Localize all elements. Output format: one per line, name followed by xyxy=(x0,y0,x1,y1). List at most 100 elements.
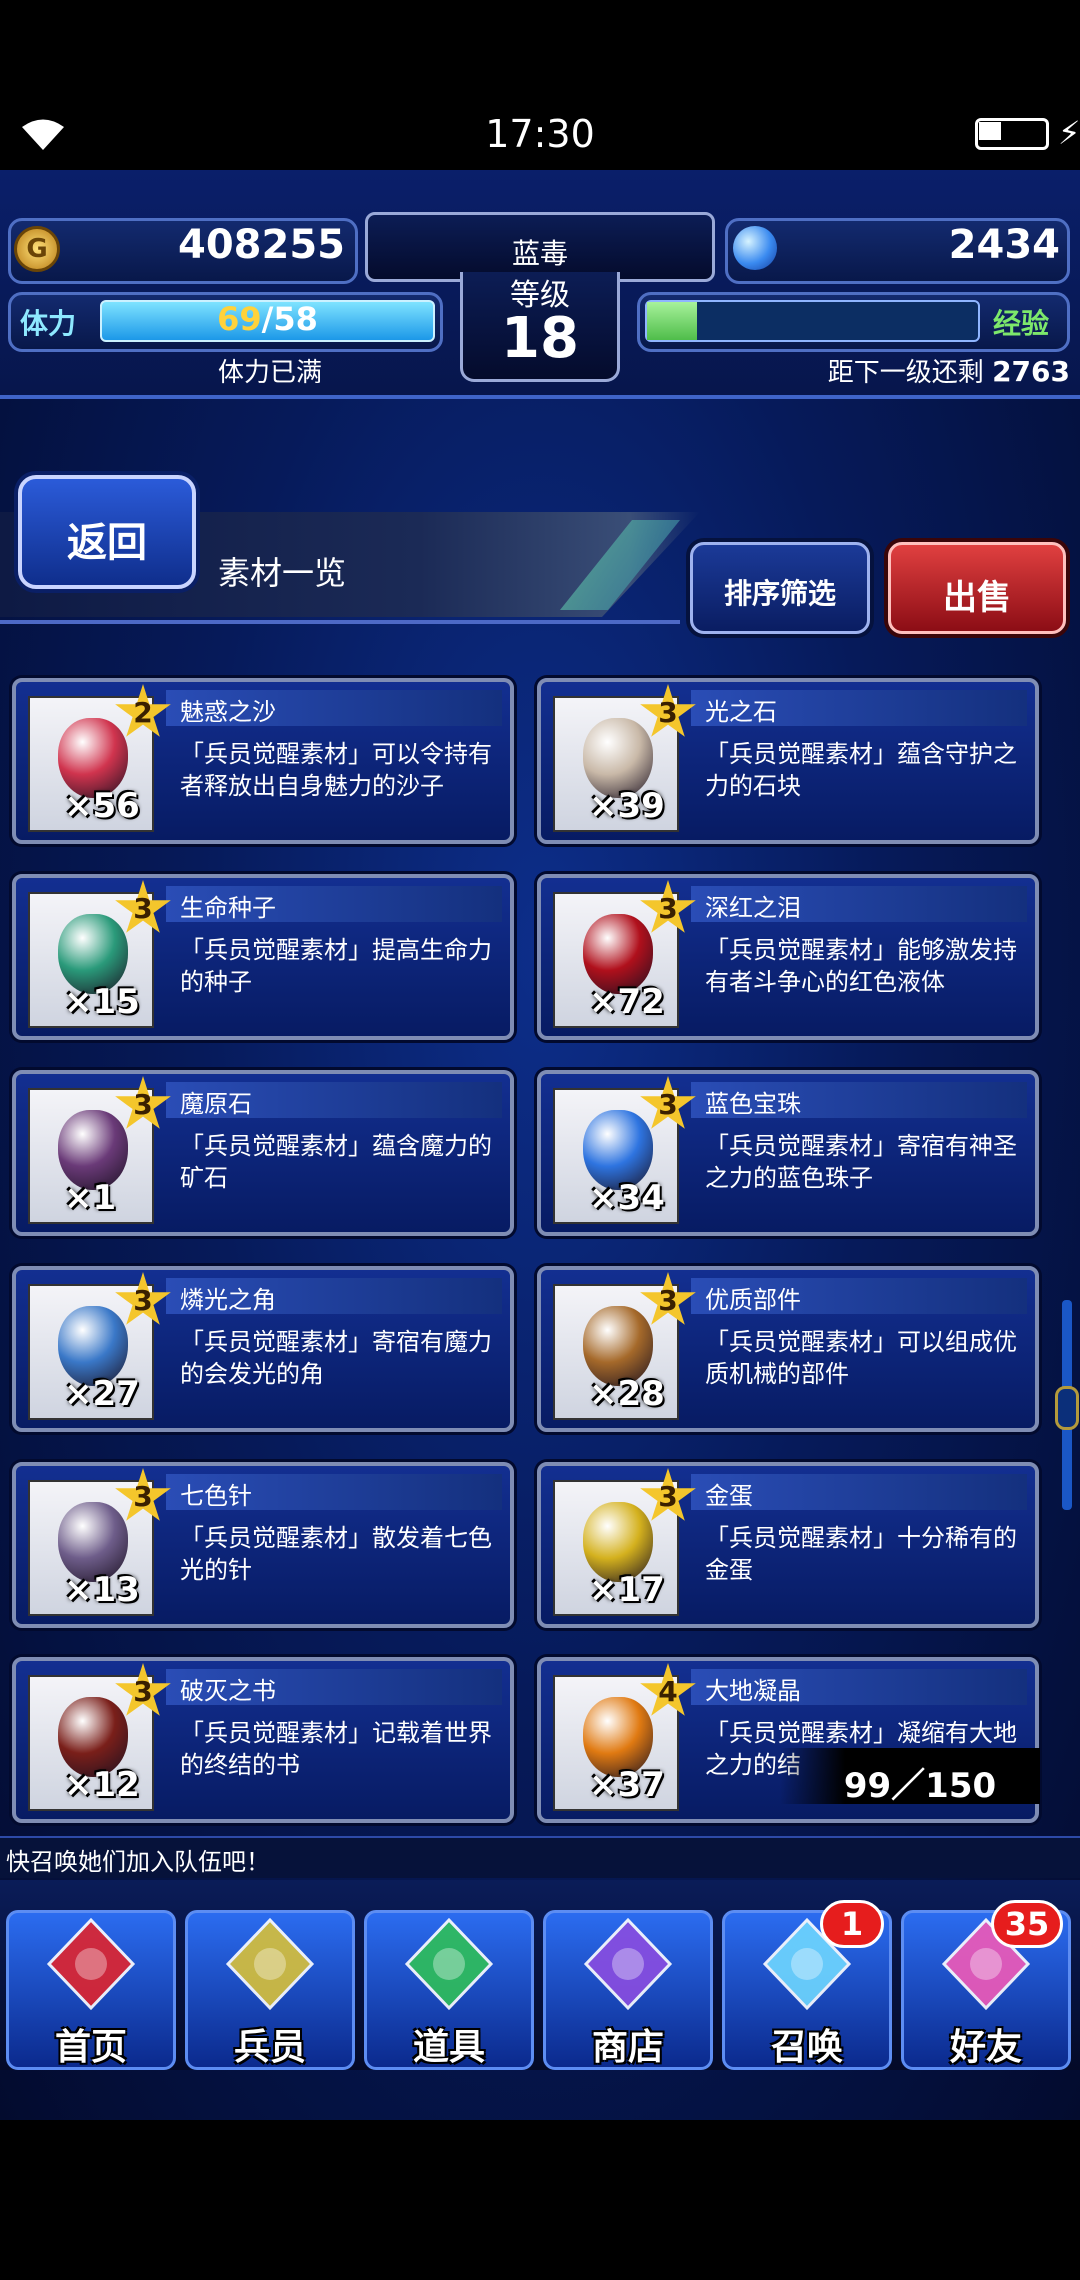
title-divider xyxy=(0,620,680,624)
material-quantity: ×28 xyxy=(589,1374,665,1414)
material-quantity: ×15 xyxy=(64,982,140,1022)
material-quantity: ×72 xyxy=(589,982,665,1022)
scrollbar-thumb[interactable] xyxy=(1055,1386,1079,1430)
material-description: 「兵员觉醒素材」能够激发持 有者斗争心的红色液体 xyxy=(705,934,1025,998)
nav-label[interactable]: 好友 xyxy=(901,2018,1071,2070)
notification-badge: 1 xyxy=(820,1900,884,1948)
material-rarity: 3 xyxy=(658,1480,678,1513)
item-count: 99／150 xyxy=(843,1766,997,1806)
notification-badge: 35 xyxy=(991,1900,1063,1948)
material-description: 「兵员觉醒素材」可以组成优 质机械的部件 xyxy=(705,1326,1025,1390)
material-description: 「兵员觉醒素材」寄宿有魔力 的会发光的角 xyxy=(180,1326,500,1390)
material-description: 「兵员觉醒素材」记载着世界 的终结的书 xyxy=(180,1717,500,1781)
sell-button-label[interactable]: 出售 xyxy=(888,570,1066,619)
material-description-line: 有者斗争心的红色液体 xyxy=(705,968,945,996)
nav-label[interactable]: 首页 xyxy=(6,2018,176,2070)
material-quantity: ×13 xyxy=(64,1570,140,1610)
news-ticker-text: 快召唤她们加入队伍吧！ xyxy=(6,1848,270,1876)
material-description-line: 「兵员觉醒素材」散发着七色 xyxy=(180,1524,492,1552)
material-description-line: 「兵员觉醒素材」蕴含守护之 xyxy=(705,740,1017,768)
material-description: 「兵员觉醒素材」提高生命力 的种子 xyxy=(180,934,500,998)
nav-label[interactable]: 召唤 xyxy=(722,2018,892,2070)
material-name: 蓝色宝珠 xyxy=(705,1090,801,1118)
material-description: 「兵员觉醒素材」十分稀有的 金蛋 xyxy=(705,1522,1025,1586)
material-name: 魅惑之沙 xyxy=(180,698,276,726)
material-description-line: 「兵员觉醒素材」十分稀有的 xyxy=(705,1524,1017,1552)
material-description-line: 质机械的部件 xyxy=(705,1360,849,1388)
material-card[interactable]: ×56 2 魅惑之沙「兵员觉醒素材」可以令持有 者释放出自身魅力的沙子 xyxy=(12,678,514,844)
material-description-line: 「兵员觉醒素材」凝缩有大地 xyxy=(705,1719,1017,1747)
exp-label: 经验 xyxy=(993,307,1050,340)
status-time: 17:30 xyxy=(485,112,595,156)
material-name: 七色针 xyxy=(180,1482,252,1510)
material-card[interactable]: ×27 3 燐光之角「兵员觉醒素材」寄宿有魔力 的会发光的角 xyxy=(12,1266,514,1432)
material-description-line: 「兵员觉醒素材」蕴含魔力的 xyxy=(180,1132,492,1160)
material-description-line: 「兵员觉醒素材」可以组成优 xyxy=(705,1328,1017,1356)
nav-label[interactable]: 兵员 xyxy=(185,2018,355,2070)
material-rarity: 3 xyxy=(133,1088,153,1121)
material-quantity: ×37 xyxy=(589,1765,665,1805)
material-card[interactable]: ×34 3 蓝色宝珠「兵员觉醒素材」寄宿有神圣 之力的蓝色珠子 xyxy=(537,1070,1039,1236)
sword-icon xyxy=(41,1916,141,2012)
charging-icon: ⚡ xyxy=(1058,114,1080,152)
material-card[interactable]: ×72 3 深红之泪 「兵员觉醒素材」能够激发持 有者斗争心的红色液体 xyxy=(537,874,1039,1040)
sort-filter-label[interactable]: 排序筛选 xyxy=(690,572,870,612)
nav-label[interactable]: 道具 xyxy=(364,2018,534,2070)
material-description-line: 力的石块 xyxy=(705,772,801,800)
material-card[interactable]: ×39 3 光之石 「兵员觉醒素材」蕴含守护之 力的石块 xyxy=(537,678,1039,844)
material-rarity: 4 xyxy=(658,1675,678,1708)
hero-icon xyxy=(220,1916,320,2012)
exp-bar-fill xyxy=(647,302,697,340)
material-rarity: 3 xyxy=(658,892,678,925)
material-description-line: 矿石 xyxy=(180,1164,228,1192)
material-name: 燐光之角 xyxy=(180,1286,276,1314)
material-name: 魔原石 xyxy=(180,1090,252,1118)
material-rarity: 3 xyxy=(133,1284,153,1317)
gil-coin-icon: G xyxy=(14,226,60,272)
material-card[interactable]: ×1 3 魔原石「兵员觉醒素材」蕴含魔力的 矿石 xyxy=(12,1070,514,1236)
material-rarity: 3 xyxy=(658,1088,678,1121)
material-description-line: 的种子 xyxy=(180,968,252,996)
material-description: 「兵员觉醒素材」蕴含魔力的 矿石 xyxy=(180,1130,500,1194)
stamina-status: 体力已满 xyxy=(217,358,322,388)
shop-icon xyxy=(578,1916,678,2012)
material-name: 生命种子 xyxy=(180,894,276,922)
material-quantity: ×1 xyxy=(64,1178,117,1218)
nav-label[interactable]: 商店 xyxy=(543,2018,713,2070)
material-quantity: ×34 xyxy=(589,1178,665,1218)
material-description-line: 「兵员觉醒素材」可以令持有 xyxy=(180,740,492,768)
material-description-line: 「兵员觉醒素材」寄宿有魔力 xyxy=(180,1328,492,1356)
material-description-line: 的会发光的角 xyxy=(180,1360,324,1388)
bottom-bar xyxy=(0,2120,1080,2280)
material-quantity: ×56 xyxy=(64,786,140,826)
potion-icon xyxy=(399,1916,499,2012)
material-description-line: 金蛋 xyxy=(705,1556,753,1584)
material-rarity: 2 xyxy=(133,696,153,729)
material-card[interactable]: ×28 3 优质部件 「兵员觉醒素材」可以组成优 质机械的部件 xyxy=(537,1266,1039,1432)
player-name: 蓝毒 xyxy=(511,237,568,270)
material-card[interactable]: ×15 3 生命种子 「兵员觉醒素材」提高生命力 的种子 xyxy=(12,874,514,1040)
material-quantity: ×12 xyxy=(64,1765,140,1805)
material-description-line: 者释放出自身魅力的沙子 xyxy=(180,772,444,800)
material-description-line: 的终结的书 xyxy=(180,1751,300,1779)
material-description: 「兵员觉醒素材」可以令持有 者释放出自身魅力的沙子 xyxy=(180,738,500,802)
lapis-value: 2434 xyxy=(948,222,1060,268)
material-name: 光之石 xyxy=(705,698,777,726)
next-level-label: 距下一级还剩 xyxy=(827,358,984,388)
page-title: 素材一览 xyxy=(218,554,347,592)
material-card[interactable]: ×13 3 七色针 「兵员觉醒素材」散发着七色 光的针 xyxy=(12,1462,514,1628)
material-description-line: 光的针 xyxy=(180,1556,252,1584)
material-card[interactable]: ×12 3 破灭之书 「兵员觉醒素材」记载着世界 的终结的书 xyxy=(12,1657,514,1823)
level-value: 18 xyxy=(501,306,579,371)
material-description-line: 「兵员觉醒素材」寄宿有神圣 xyxy=(705,1132,1017,1160)
material-quantity: ×27 xyxy=(64,1374,140,1414)
back-button-label[interactable]: 返回 xyxy=(18,510,196,568)
stamina-max: /58 xyxy=(261,300,318,338)
material-rarity: 3 xyxy=(133,1675,153,1708)
stamina-label: 体力 xyxy=(20,307,77,340)
material-card[interactable]: ×17 3 金蛋 「兵员觉醒素材」十分稀有的 金蛋 xyxy=(537,1462,1039,1628)
material-description: 「兵员觉醒素材」寄宿有神圣 之力的蓝色珠子 xyxy=(705,1130,1025,1194)
gil-value: 408255 xyxy=(178,222,345,268)
material-name: 金蛋 xyxy=(705,1482,753,1510)
material-rarity: 3 xyxy=(658,696,678,729)
